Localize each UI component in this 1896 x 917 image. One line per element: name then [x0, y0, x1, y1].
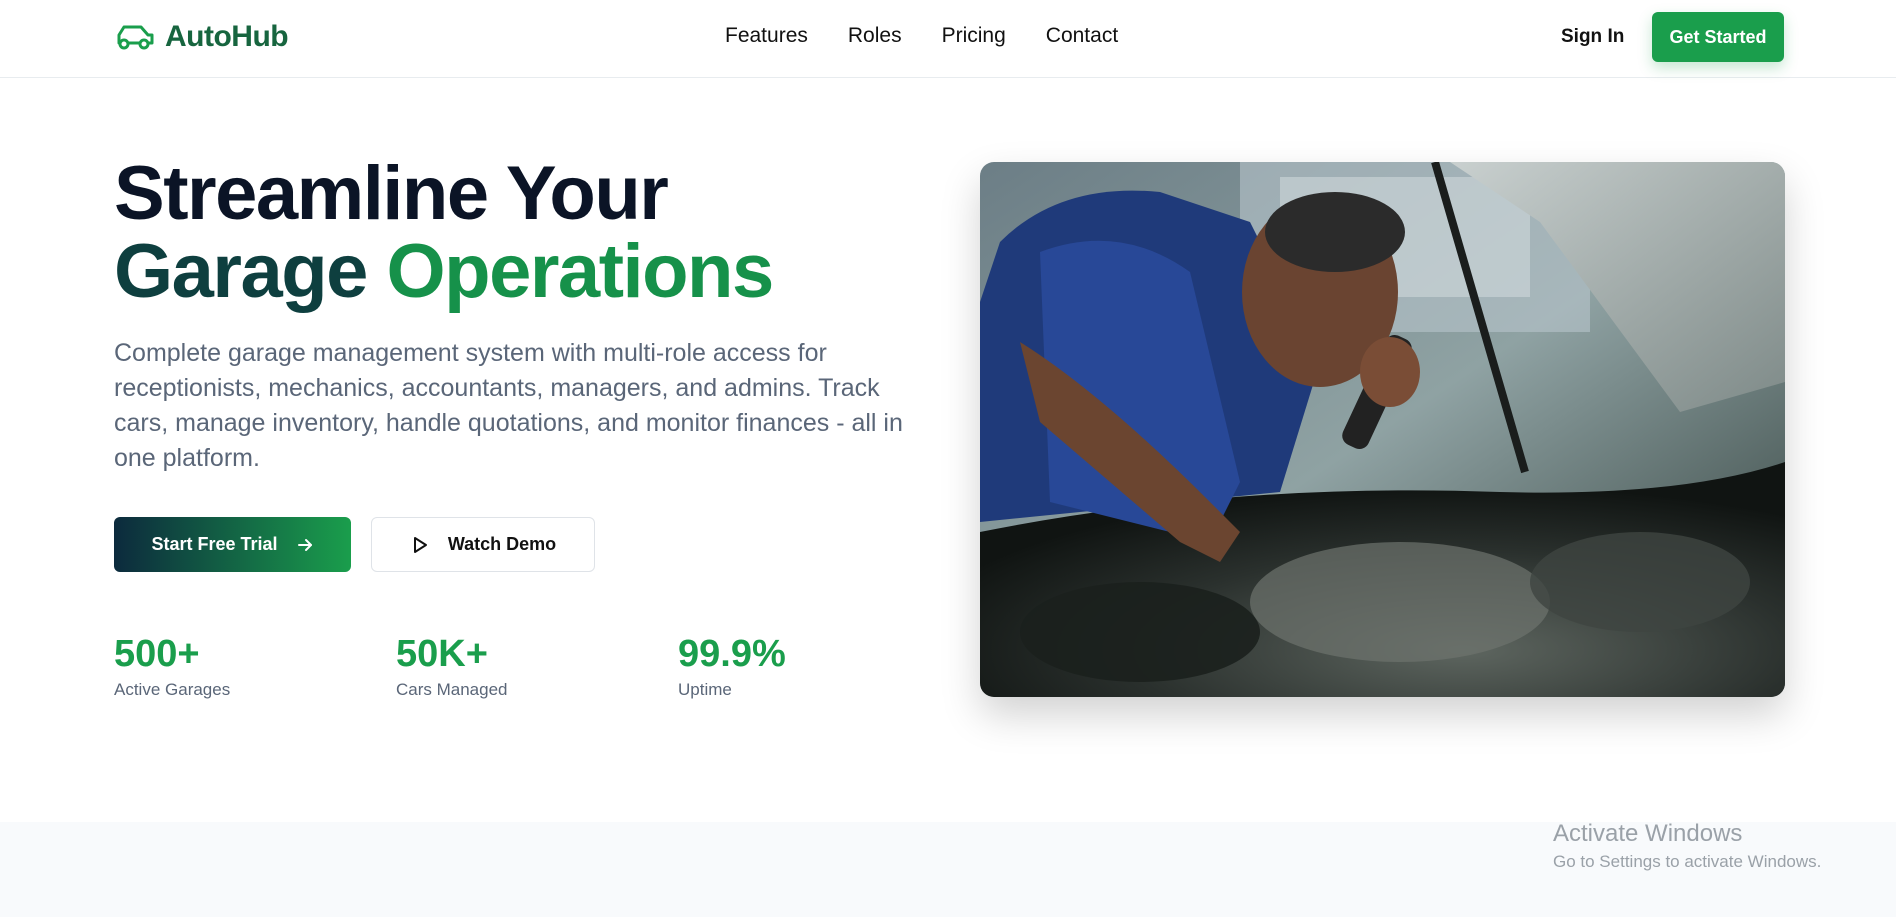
windows-activation-watermark: Activate Windows Go to Settings to activ…	[1553, 820, 1821, 872]
hero-title-line1: Streamline Your	[114, 151, 669, 236]
sign-in-link[interactable]: Sign In	[1561, 26, 1624, 48]
hero-description: Complete garage management system with m…	[114, 339, 903, 472]
site-header: AutoHub Features Roles Pricing Contact S…	[0, 0, 1896, 78]
stat-value: 500+	[114, 633, 200, 675]
stat-uptime: 99.9% Uptime	[678, 632, 786, 700]
get-started-button[interactable]: Get Started	[1652, 12, 1784, 62]
nav-features[interactable]: Features	[725, 24, 808, 48]
stat-active-garages: 500+ Active Garages	[114, 632, 230, 700]
mechanic-photo	[980, 162, 1785, 697]
hero-title: Streamline Your Garage Operations	[114, 151, 774, 311]
stat-label: Cars Managed	[396, 680, 508, 699]
brand-name: AutoHub	[165, 20, 289, 53]
watermark-subtitle: Go to Settings to activate Windows.	[1553, 852, 1822, 871]
main-nav: Features Roles Pricing Contact	[725, 24, 1118, 48]
stat-value: 99.9%	[678, 633, 786, 675]
watch-demo-label: Watch Demo	[447, 534, 557, 554]
stat-label: Active Garages	[114, 680, 231, 699]
hero-image	[980, 162, 1785, 697]
nav-pricing[interactable]: Pricing	[942, 24, 1006, 48]
stat-value: 50K+	[396, 633, 488, 675]
brand-logo[interactable]: AutoHub	[115, 20, 289, 54]
start-free-trial-label: Start Free Trial	[151, 534, 278, 554]
hero-title-line2: Garage Operations	[114, 233, 774, 311]
hero-title-operations: Operations	[386, 229, 775, 314]
watch-demo-button[interactable]: Watch Demo	[371, 517, 595, 572]
arrow-right-icon	[297, 538, 312, 551]
hero-title-garage: Garage	[114, 229, 368, 314]
car-icon	[117, 25, 154, 50]
stat-cars-managed: 50K+ Cars Managed	[396, 632, 508, 700]
nav-contact[interactable]: Contact	[1046, 24, 1118, 48]
start-free-trial-button[interactable]: Start Free Trial	[114, 517, 351, 572]
watermark-title: Activate Windows	[1553, 820, 1743, 847]
stat-label: Uptime	[678, 680, 732, 699]
play-icon	[413, 536, 427, 553]
nav-roles[interactable]: Roles	[848, 24, 902, 48]
